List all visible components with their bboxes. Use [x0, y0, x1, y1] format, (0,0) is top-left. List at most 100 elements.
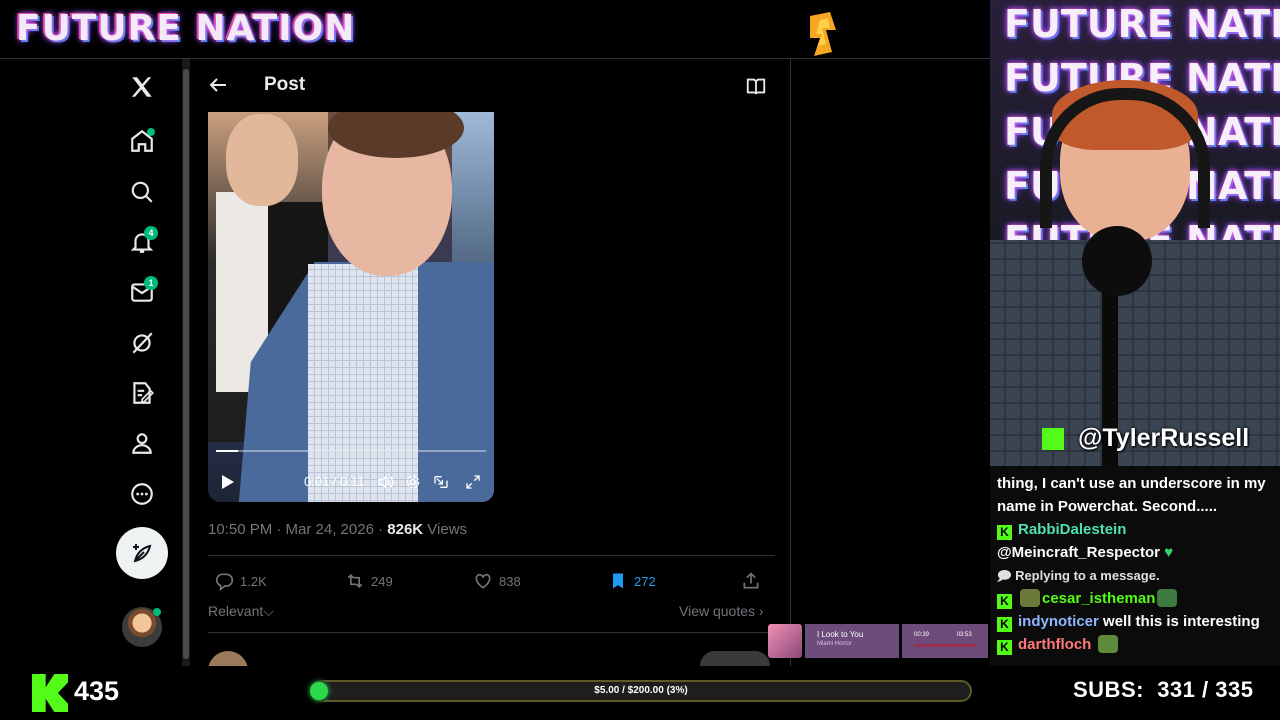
reply-button[interactable]: 1.2K: [214, 567, 267, 595]
streamer-handle: @TylerRussell: [1042, 424, 1249, 453]
speech-bubble-icon: 🗩: [997, 568, 1012, 583]
soldier-emote-icon: [1020, 589, 1040, 607]
reply-bubble-icon: [215, 573, 234, 591]
lightning-bolt-icon: [810, 12, 836, 56]
heart-icon: [475, 573, 491, 589]
now-playing-widget: I Look to You Miami Horror 00:39 03:53: [768, 622, 990, 660]
chat-message: Kcesar_istheman: [997, 587, 1272, 610]
volume-button[interactable]: [374, 470, 396, 494]
kick-badge-icon: K: [997, 617, 1012, 632]
gear-icon: [406, 475, 420, 489]
grok-icon: [132, 332, 153, 354]
messages-badge: 1: [144, 276, 158, 290]
track-duration: 03:53: [956, 632, 972, 638]
reply-sort-label: Relevant: [208, 603, 264, 619]
chat-username[interactable]: RabbiDalestein: [1018, 521, 1126, 538]
chat-text: well this is interesting: [1103, 613, 1260, 630]
picture-in-picture-button[interactable]: [430, 470, 452, 494]
repost-count: 249: [371, 573, 393, 589]
frog-emote-icon: [1157, 589, 1178, 607]
video-player[interactable]: 0:01 / 0:11: [208, 112, 494, 502]
headphones: [1040, 88, 1210, 228]
chat-reply-text: Replying to a message.: [1015, 568, 1160, 583]
bookmark-count: 272: [634, 573, 656, 589]
x-logo-link[interactable]: [112, 65, 172, 109]
chat-message: @Meincraft_Respector ♥: [997, 541, 1272, 564]
divider: [208, 632, 775, 633]
compose-post-button[interactable]: [116, 527, 168, 579]
notifications-badge: 4: [144, 226, 158, 240]
divider: [208, 555, 775, 556]
video-time: 0:01 / 0:11: [304, 474, 365, 489]
sidebar-item-more[interactable]: [112, 472, 172, 516]
video-progress-track[interactable]: [216, 450, 486, 452]
like-count: 838: [499, 573, 521, 589]
scrollbar-thumb[interactable]: [183, 69, 189, 659]
post-meta: 10:50 PM · Mar 24, 2026 · 826K Views: [208, 521, 467, 538]
views-count: 826K: [387, 521, 424, 538]
more-circle-icon: [131, 483, 153, 505]
chat-text: @Meincraft_Respector: [997, 544, 1161, 561]
chat-username[interactable]: indynoticer: [1018, 613, 1099, 630]
sidebar-item-messages[interactable]: 1: [112, 270, 172, 314]
post-column: Post 0:01 / 0:11 10:50 PM · Mar 24, 2026…: [192, 59, 791, 667]
chevron-down-icon: ⌵: [263, 603, 274, 619]
search-icon: [131, 181, 153, 203]
post-actions: 1.2K 249 838 272: [208, 567, 775, 595]
settings-button[interactable]: [402, 470, 424, 494]
play-icon: [222, 475, 234, 489]
webcam-overlay: FUTURE NATION FUTURE NATION FUTURE NATIO…: [990, 0, 1280, 466]
streamer-handle-text: @TylerRussell: [1078, 424, 1250, 452]
track-time: 00:39 03:53: [902, 624, 988, 658]
chat-message: thing, I can't use an underscore in my n…: [997, 472, 1272, 518]
chat-username[interactable]: darthfloch: [1018, 636, 1091, 653]
pip-icon: [434, 476, 448, 488]
sidebar-item-grok[interactable]: [112, 321, 172, 365]
fullscreen-button[interactable]: [462, 470, 484, 494]
feather-plus-icon: [133, 544, 152, 563]
play-button[interactable]: [218, 470, 238, 494]
sidebar-item-home[interactable]: [112, 119, 172, 163]
reply-avatar[interactable]: [208, 651, 248, 667]
sidebar-item-articles[interactable]: [112, 371, 172, 415]
view-quotes-label: View quotes: [679, 603, 756, 619]
subs-value: 331 / 335: [1157, 677, 1254, 702]
microphone: [1082, 226, 1152, 296]
chat-text: thing, I can't use an underscore in my n…: [997, 475, 1266, 515]
like-button[interactable]: 838: [473, 567, 521, 595]
post-timestamp[interactable]: 10:50 PM · Mar 24, 2026 ·: [208, 521, 387, 538]
chevron-right-icon: ›: [758, 603, 764, 619]
reply-sort-dropdown[interactable]: Relevant⌵: [208, 603, 274, 620]
reply-count: 1.2K: [240, 573, 267, 589]
video-frame: [308, 264, 418, 502]
repost-button[interactable]: 249: [345, 567, 393, 595]
new-content-dot: [147, 128, 155, 136]
album-art: [768, 624, 802, 658]
donation-goal-text: $5.00 / $200.00 (3%): [594, 685, 688, 696]
chat-username[interactable]: cesar_istheman: [1042, 590, 1155, 607]
track-title: I Look to You: [817, 630, 864, 639]
banner-title: FUTURE NATION: [16, 8, 356, 49]
reply-pill-button[interactable]: [700, 651, 770, 667]
views-label: Views: [427, 521, 468, 538]
repost-icon: [347, 573, 363, 589]
chat-panel: thing, I can't use an underscore in my n…: [990, 466, 1280, 666]
video-progress-fill: [216, 450, 238, 452]
kick-badge-icon: K: [997, 525, 1012, 540]
back-arrow-icon[interactable]: [206, 73, 230, 97]
reader-mode-icon[interactable]: [745, 75, 767, 97]
track-info: I Look to You Miami Horror: [805, 624, 899, 658]
x-logo-icon: [131, 77, 152, 97]
compose-article-icon: [133, 382, 154, 404]
share-button[interactable]: [741, 567, 761, 595]
subs-counter: SUBS: 331 / 335: [1073, 677, 1253, 703]
green-heart-icon: ♥: [1164, 544, 1174, 561]
online-dot: [153, 608, 161, 616]
chat-message: K RabbiDalestein: [997, 518, 1272, 541]
sidebar-item-profile[interactable]: [112, 421, 172, 465]
sidebar-item-notifications[interactable]: 4: [112, 220, 172, 264]
bookmark-button[interactable]: 272: [608, 567, 656, 595]
subs-label: SUBS:: [1073, 677, 1144, 702]
view-quotes-link[interactable]: View quotes ›: [679, 603, 764, 619]
sidebar-item-explore[interactable]: [112, 170, 172, 214]
